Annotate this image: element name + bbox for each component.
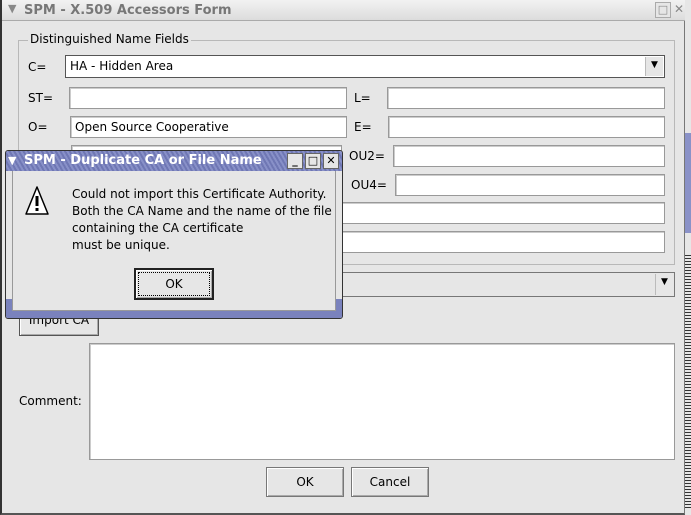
country-value: HA - Hidden Area	[70, 59, 174, 73]
cancel-button[interactable]: Cancel	[351, 467, 429, 497]
message-line: containing the CA certificate	[72, 221, 244, 235]
maximize-button[interactable]: □	[655, 2, 671, 18]
country-combo[interactable]: HA - Hidden Area ▼	[65, 55, 665, 78]
st-input[interactable]	[69, 87, 347, 109]
minimize-button[interactable]: _	[287, 153, 303, 169]
e-input[interactable]	[388, 116, 665, 138]
dialog-title: SPM - Duplicate CA or File Name	[24, 153, 262, 168]
window-menu-icon[interactable]: ▼	[8, 154, 16, 167]
close-button[interactable]: ✕	[323, 153, 339, 169]
warning-icon	[25, 186, 49, 215]
l-input[interactable]	[387, 87, 665, 109]
main-window-title: SPM - X.509 Accessors Form	[24, 3, 232, 18]
window-menu-icon[interactable]: ▼	[8, 2, 16, 15]
c-label: C=	[28, 60, 47, 74]
dialog-ok-button[interactable]: OK	[134, 268, 214, 300]
duplicate-ca-dialog: SPM - Duplicate CA or File Name ▼ _ □ ✕ …	[5, 150, 343, 319]
background-window-edge	[685, 133, 691, 233]
ou4-label: OU4=	[351, 178, 387, 192]
chevron-down-icon[interactable]: ▼	[645, 57, 663, 76]
e-label: E=	[354, 120, 372, 134]
ou2-label: OU2=	[349, 149, 385, 163]
maximize-button[interactable]: □	[305, 153, 321, 169]
message-line: must be unique.	[72, 238, 170, 252]
st-label: ST=	[28, 91, 54, 105]
ou4-input[interactable]	[395, 174, 665, 196]
close-button[interactable]: ✕	[674, 2, 684, 16]
comment-textarea[interactable]	[89, 343, 675, 460]
main-title-bar[interactable]: SPM - X.509 Accessors Form	[2, 0, 686, 21]
background-window-scrollbar	[685, 255, 691, 510]
dialog-message: Could not import this Certificate Author…	[72, 186, 332, 254]
o-input[interactable]: Open Source Cooperative	[70, 116, 347, 138]
ou2-input[interactable]	[393, 145, 665, 167]
message-line: Both the CA Name and the name of the fil…	[72, 204, 332, 218]
group-label: Distinguished Name Fields	[28, 32, 191, 46]
ok-button[interactable]: OK	[266, 467, 344, 497]
comment-label: Comment:	[19, 394, 82, 408]
l-label: L=	[354, 91, 371, 105]
background-window	[685, 0, 691, 515]
chevron-down-icon[interactable]: ▼	[655, 274, 673, 295]
o-label: O=	[28, 120, 48, 134]
message-line: Could not import this Certificate Author…	[72, 187, 327, 201]
